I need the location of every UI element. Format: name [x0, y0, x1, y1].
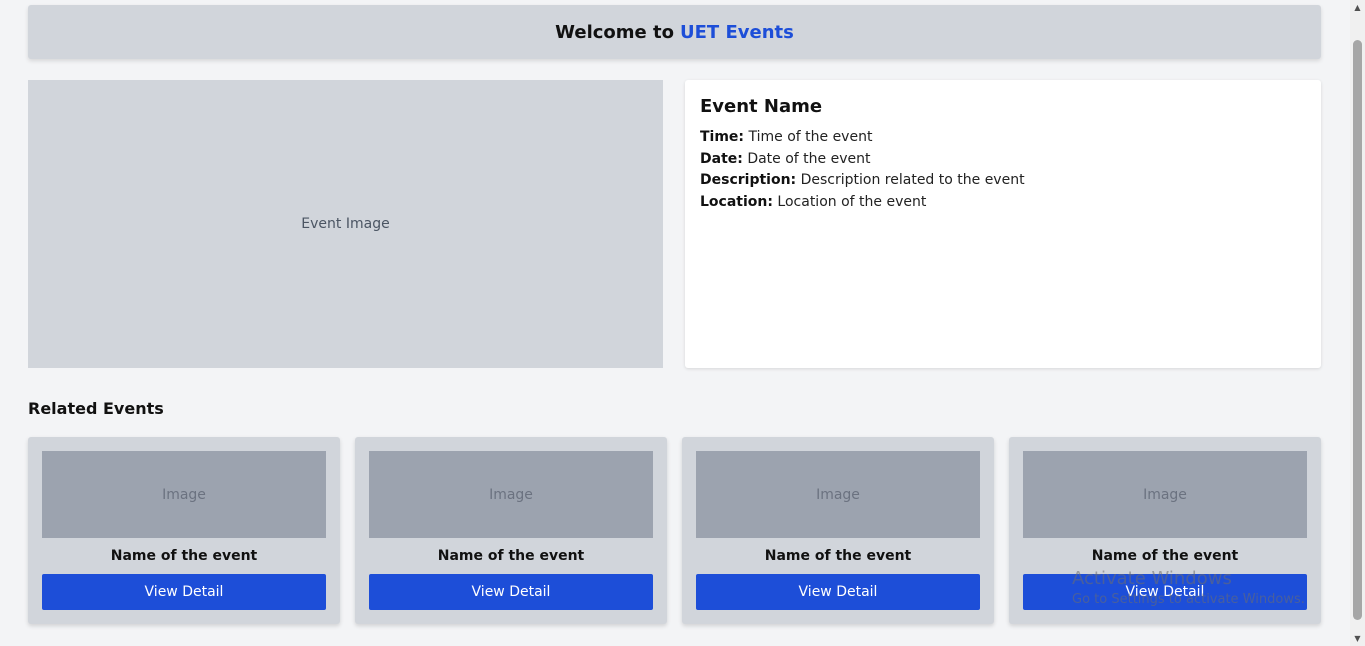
event-description-value: Description related to the event: [800, 172, 1025, 189]
related-events-title: Related Events: [28, 399, 164, 418]
event-time-row: Time: Time of the event: [700, 127, 1306, 149]
event-location-value: Location of the event: [777, 193, 927, 210]
welcome-prefix: Welcome to: [555, 21, 674, 43]
related-event-image: Image: [369, 451, 653, 538]
event-date-label: Date:: [700, 150, 743, 167]
related-event-image-placeholder: Image: [816, 486, 860, 503]
view-detail-button[interactable]: View Detail: [42, 574, 326, 610]
related-event-name: Name of the event: [764, 548, 912, 564]
event-image-placeholder: Event Image: [301, 216, 390, 232]
view-detail-button[interactable]: View Detail: [696, 574, 980, 610]
page: Welcome to UET Events Event Image Event …: [0, 0, 1365, 646]
scrollbar-thumb[interactable]: [1353, 40, 1362, 620]
event-date-row: Date: Date of the event: [700, 149, 1306, 171]
related-event-card: Image Name of the event View Detail: [355, 437, 667, 624]
related-event-image: Image: [42, 451, 326, 538]
related-event-name: Name of the event: [437, 548, 585, 564]
related-event-image-placeholder: Image: [162, 486, 206, 503]
event-image: Event Image: [28, 80, 663, 368]
event-location-row: Location: Location of the event: [700, 192, 1306, 214]
event-date-value: Date of the event: [747, 150, 871, 167]
related-events-list: Image Name of the event View Detail Imag…: [28, 437, 1321, 624]
related-event-name: Name of the event: [110, 548, 258, 564]
event-description-label: Description:: [700, 172, 797, 189]
event-location-label: Location:: [700, 193, 773, 210]
related-event-name: Name of the event: [1091, 548, 1239, 564]
view-detail-button[interactable]: View Detail: [1023, 574, 1307, 610]
related-event-image: Image: [1023, 451, 1307, 538]
event-name: Event Name: [700, 96, 823, 117]
related-event-card: Image Name of the event View Detail: [1009, 437, 1321, 624]
related-event-image: Image: [696, 451, 980, 538]
event-time-label: Time:: [700, 129, 745, 145]
view-detail-button[interactable]: View Detail: [369, 574, 653, 610]
vertical-scrollbar[interactable]: ▲ ▼: [1350, 0, 1365, 646]
related-event-image-placeholder: Image: [489, 486, 533, 503]
related-event-card: Image Name of the event View Detail: [682, 437, 994, 624]
related-event-image-placeholder: Image: [1143, 486, 1187, 503]
event-time-value: Time of the event: [748, 129, 873, 145]
scroll-up-arrow-icon[interactable]: ▲: [1350, 0, 1365, 15]
event-details-panel: Event Name Time: Time of the event Date:…: [685, 80, 1321, 368]
event-description-row: Description: Description related to the …: [700, 170, 1306, 192]
brand-name: UET Events: [680, 21, 794, 43]
welcome-header: Welcome to UET Events: [28, 5, 1321, 59]
scroll-down-arrow-icon[interactable]: ▼: [1350, 631, 1365, 646]
related-event-card: Image Name of the event View Detail: [28, 437, 340, 624]
